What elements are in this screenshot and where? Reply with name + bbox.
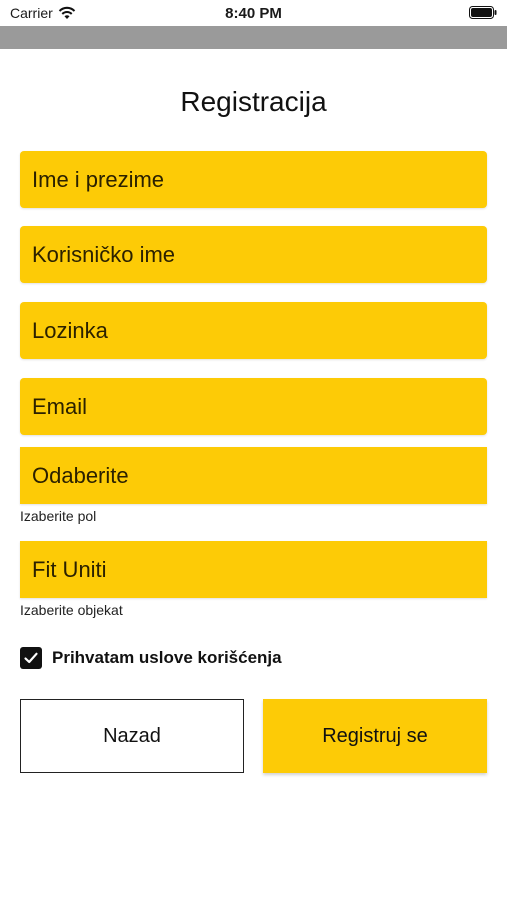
facility-select[interactable]: Fit Uniti [20,541,487,598]
email-input[interactable]: Email [20,378,487,435]
back-button-label: Nazad [103,724,161,747]
registration-screen: Carrier 8:40 PM Registracija Ime i prezi… [0,0,507,900]
register-button[interactable]: Registruj se [263,699,487,773]
terms-label: Prihvatam uslove korišćenja [52,648,282,667]
username-input[interactable]: Korisničko ime [20,226,487,283]
page-title: Registracija [180,86,327,117]
terms-checkbox[interactable] [20,647,42,669]
clock: 8:40 PM [225,5,282,22]
full-name-input[interactable]: Ime i prezime [20,151,487,208]
checkmark-icon [24,652,38,664]
register-button-label: Registruj se [322,724,428,747]
username-placeholder: Korisničko ime [32,241,176,267]
email-placeholder: Email [32,393,88,419]
facility-select-value: Fit Uniti [32,556,107,582]
gender-helper-text: Izaberite pol [20,508,97,524]
facility-helper-text: Izaberite objekat [20,602,123,618]
status-bar: Carrier 8:40 PM [0,0,507,26]
password-placeholder: Lozinka [32,317,108,343]
back-button[interactable]: Nazad [20,699,244,773]
terms-row: Prihvatam uslove korišćenja [20,647,282,669]
gender-select-value: Odaberite [32,462,129,488]
full-name-placeholder: Ime i prezime [32,166,165,192]
battery-icon [469,6,497,19]
gender-select[interactable]: Odaberite [20,447,487,504]
navigation-bar [0,26,507,49]
password-input[interactable]: Lozinka [20,302,487,359]
